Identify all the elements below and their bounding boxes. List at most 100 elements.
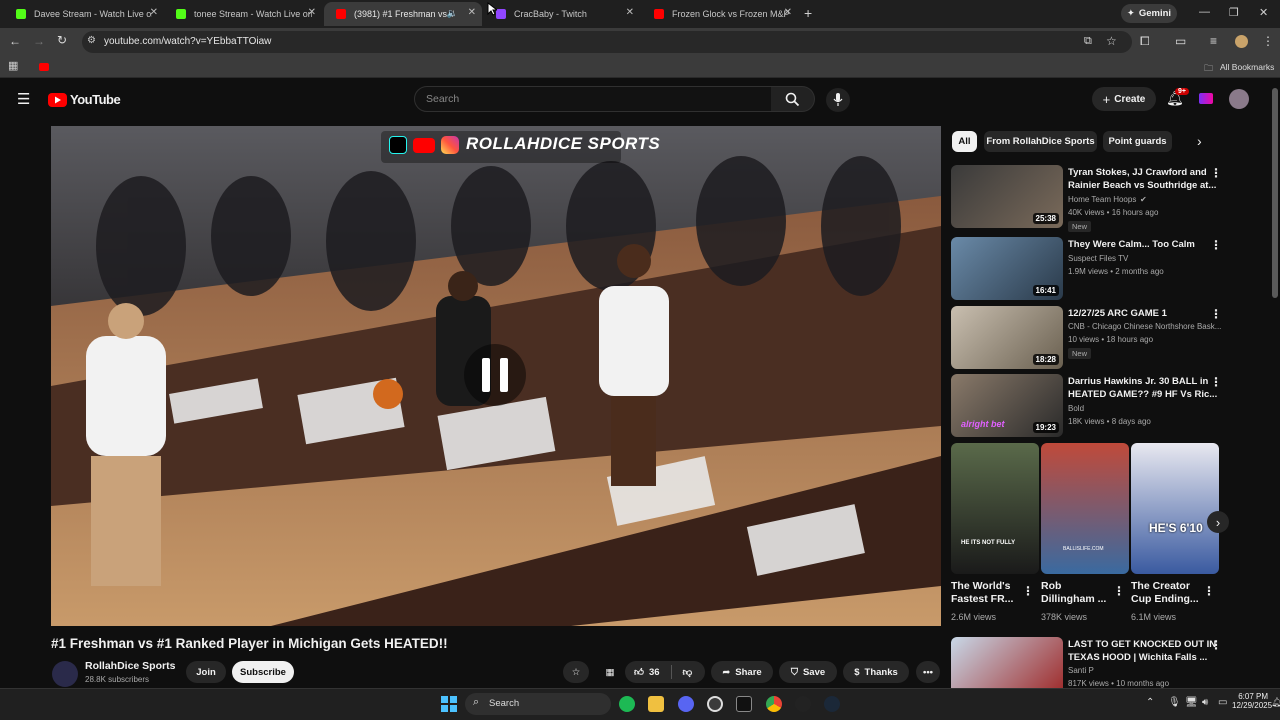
reload-icon[interactable]: ↻: [57, 33, 67, 47]
recommendation-thumbnail[interactable]: 25:38: [951, 165, 1063, 228]
more-menu-icon[interactable]: ⋮: [1262, 34, 1274, 48]
volume-icon[interactable]: 🔊︎: [1202, 697, 1208, 708]
recommendation-title[interactable]: 12/27/25 ARC GAME 1: [1068, 307, 1167, 320]
chip-point-guards[interactable]: Point guards: [1103, 131, 1172, 152]
close-window-icon[interactable]: ✕: [1259, 6, 1268, 19]
discord-icon[interactable]: [678, 696, 694, 712]
recommendation-thumbnail[interactable]: [951, 637, 1063, 688]
browser-tab[interactable]: tonee Stream - Watch Live on K ✕: [164, 2, 322, 26]
subscribe-button[interactable]: Subscribe: [232, 661, 294, 683]
like-icon[interactable]: 👍︎: [634, 666, 644, 678]
app-icon[interactable]: [707, 696, 723, 712]
recommendation-channel[interactable]: Suspect Files TV: [1068, 254, 1128, 263]
recommendation-channel[interactable]: Santi P: [1068, 666, 1094, 675]
tray-mic-icon[interactable]: 🎙︎: [1168, 697, 1181, 708]
forward-icon[interactable]: →: [33, 34, 45, 48]
close-tab-icon[interactable]: ✕: [308, 7, 316, 18]
network-icon[interactable]: 🖥︎: [1185, 697, 1198, 708]
epic-games-icon[interactable]: [736, 696, 752, 712]
recommendation-channel[interactable]: Bold: [1068, 404, 1084, 413]
video-menu-icon[interactable]: ⋮: [1210, 638, 1222, 652]
account-avatar[interactable]: [1229, 89, 1249, 109]
recommendation-title[interactable]: Tyran Stokes, JJ Crawford and Rainier Bea…: [1068, 166, 1216, 192]
youtube-bookmark-icon[interactable]: [39, 63, 49, 71]
like-count[interactable]: 36: [649, 667, 660, 678]
new-tab-icon[interactable]: +: [804, 5, 812, 21]
recommendation-thumbnail[interactable]: 16:41: [951, 237, 1063, 300]
taskbar-search[interactable]: ⌕ Search: [465, 693, 611, 715]
hamburger-menu-icon[interactable]: ☰: [17, 90, 30, 108]
browser-tab[interactable]: Davee Stream - Watch Live on K ✕: [4, 2, 164, 26]
gemini-button[interactable]: ✦ Gemini: [1121, 4, 1177, 23]
dislike-icon[interactable]: 👎︎: [683, 666, 693, 678]
search-input[interactable]: Search: [414, 86, 772, 112]
studio-icon[interactable]: [1199, 93, 1213, 104]
recommendation-title[interactable]: They Were Calm... Too Calm: [1068, 238, 1195, 251]
back-icon[interactable]: ←: [9, 34, 21, 48]
save-to-list-star-button[interactable]: ☆: [563, 661, 589, 683]
short-title[interactable]: The Creator Cup Ending...: [1131, 580, 1199, 606]
chips-next-icon[interactable]: ›: [1197, 133, 1202, 149]
pause-button[interactable]: [464, 344, 526, 406]
recommendation-title[interactable]: Darrius Hawkins Jr. 30 BALL in HEATED GAM…: [1068, 375, 1217, 401]
more-actions-button[interactable]: •••: [916, 661, 940, 683]
recommendation-thumbnail[interactable]: 18:28: [951, 306, 1063, 369]
short-thumbnail[interactable]: BALLISLIFE.COM: [1041, 443, 1129, 574]
chip-from-channel[interactable]: From RollahDice Sports: [984, 131, 1097, 152]
notification-center-icon[interactable]: 🔔︎: [1271, 697, 1280, 708]
restore-icon[interactable]: ❐: [1229, 6, 1239, 19]
short-title[interactable]: The World's Fastest FR...: [951, 580, 1013, 606]
share-button[interactable]: ➦ Share: [711, 661, 773, 683]
recommendation-channel[interactable]: CNB - Chicago Chinese Northshore Bask...: [1068, 322, 1221, 331]
page-scrollbar[interactable]: [1272, 88, 1278, 298]
short-menu-icon[interactable]: ⋮: [1113, 584, 1125, 598]
thanks-button[interactable]: $ Thanks: [843, 661, 909, 683]
short-menu-icon[interactable]: ⋮: [1022, 584, 1034, 598]
shorts-next-button[interactable]: ›: [1207, 511, 1229, 533]
voice-search-button[interactable]: [826, 88, 850, 112]
app-icon[interactable]: [795, 696, 811, 712]
speaker-icon[interactable]: 🔈: [447, 8, 458, 19]
extensions-icon[interactable]: ⧠: [1140, 34, 1150, 49]
tray-chevron-icon[interactable]: ⌃: [1146, 697, 1154, 708]
bookmark-star-icon[interactable]: ☆: [1106, 34, 1117, 48]
short-title[interactable]: Rob Dillingham ...: [1041, 580, 1106, 606]
recommendation-title[interactable]: LAST TO GET KNOCKED OUT IN TEXAS HOOD | W…: [1068, 638, 1216, 664]
url-text[interactable]: youtube.com/watch?v=YEbbaTTOiaw: [104, 36, 271, 47]
save-button[interactable]: ⛉ Save: [779, 661, 837, 683]
site-info-icon[interactable]: ⚙: [87, 35, 96, 46]
windows-start-icon[interactable]: [441, 696, 457, 712]
channel-name[interactable]: RollahDice Sports: [85, 660, 175, 672]
close-tab-icon[interactable]: ✕: [150, 7, 158, 18]
video-player[interactable]: ROLLAHDICE SPORTS: [51, 126, 941, 626]
side-panel-icon[interactable]: ▭: [1175, 34, 1186, 48]
taskbar-clock[interactable]: 6:07 PM 12/29/2025: [1232, 692, 1272, 710]
short-thumbnail[interactable]: HE'S 6'10: [1131, 443, 1219, 574]
notifications-button[interactable]: 🔔︎ 9+: [1166, 88, 1189, 108]
all-bookmarks-label[interactable]: All Bookmarks: [1220, 62, 1274, 72]
close-tab-icon[interactable]: ✕: [626, 7, 634, 18]
join-button[interactable]: Join: [186, 661, 226, 683]
file-explorer-icon[interactable]: [648, 696, 664, 712]
recommendation-channel[interactable]: Home Team Hoops: [1068, 195, 1136, 204]
youtube-logo[interactable]: YouTube: [48, 92, 121, 107]
recommendation-thumbnail[interactable]: alright bet 19:23: [951, 374, 1063, 437]
profile-avatar[interactable]: [1235, 35, 1248, 48]
address-bar[interactable]: ⚙ youtube.com/watch?v=YEbbaTTOiaw ⧉ ☆: [82, 31, 1132, 53]
media-controls-icon[interactable]: ≡: [1210, 34, 1217, 48]
video-menu-icon[interactable]: ⋮: [1210, 375, 1222, 389]
apps-grid-icon[interactable]: ▦: [8, 59, 18, 72]
channel-avatar[interactable]: [52, 661, 78, 687]
short-menu-icon[interactable]: ⋮: [1203, 584, 1215, 598]
battery-icon[interactable]: ▭: [1218, 697, 1227, 708]
video-menu-icon[interactable]: ⋮: [1210, 307, 1222, 321]
grid-button[interactable]: ▦: [598, 661, 622, 683]
browser-tab-active[interactable]: (3981) #1 Freshman vs #1 R 🔈 ✕: [324, 2, 482, 26]
video-menu-icon[interactable]: ⋮: [1210, 166, 1222, 180]
chrome-icon[interactable]: [766, 696, 782, 712]
spotify-icon[interactable]: [619, 696, 635, 712]
video-menu-icon[interactable]: ⋮: [1210, 238, 1222, 252]
browser-tab[interactable]: CracBaby - Twitch ✕: [484, 2, 640, 26]
close-tab-icon[interactable]: ✕: [784, 7, 792, 18]
close-tab-icon[interactable]: ✕: [468, 7, 476, 18]
